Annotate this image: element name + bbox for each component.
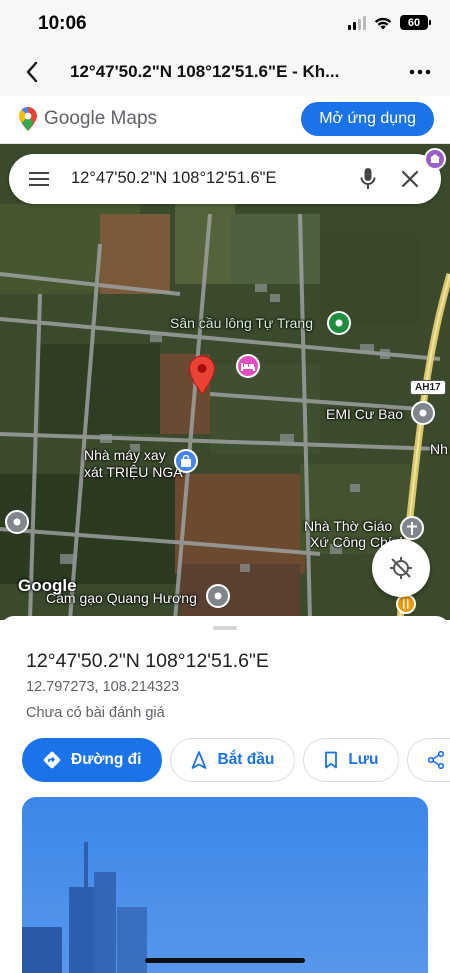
logo-text: Google Maps [44,108,158,129]
place-icon [430,154,440,163]
search-bar[interactable]: 12°47'50.2"N 108°12'51.6"E [9,154,441,204]
circle-dot-icon [13,518,21,526]
share-icon [428,751,445,769]
status-icons: 60 [348,15,431,30]
place-decimal-coords: 12.797273, 108.214323 [26,679,180,695]
poi-label-partial-nh[interactable]: Nh [430,441,448,457]
bed-icon [241,363,255,371]
action-bar: Đường đi Bắt đầu Lưu C [22,738,450,782]
poi-marker-partial-top[interactable] [424,148,446,170]
sheet-drag-handle[interactable] [213,626,237,630]
search-query[interactable]: 12°47'50.2"N 108°12'51.6"E [71,169,277,188]
bookmark-icon [325,751,338,769]
status-time: 10:06 [38,13,87,34]
start-button[interactable]: Bắt đầu [170,738,296,782]
place-reviews: Chưa có bài đánh giá [26,705,165,721]
microphone-icon[interactable] [355,166,381,192]
wifi-icon [374,17,392,29]
poi-marker-sports[interactable] [327,311,351,335]
poi-marker-left-edge[interactable] [5,510,29,534]
map-canvas[interactable]: 12°47'50.2"N 108°12'51.6"E Sân cầu lông … [0,144,450,620]
maps-pin-logo-icon [19,107,37,131]
location-disabled-icon [390,557,412,579]
chevron-left-icon [26,61,38,83]
my-location-button[interactable] [372,539,430,597]
cross-icon [407,521,417,535]
poi-label-san-cau-long[interactable]: Sân cầu lông Tự Trang [170,315,313,331]
circle-dot-icon [419,409,427,417]
page-title: 12°47'50.2"N 108°12'51.6"E - Kh... [70,62,340,81]
poi-marker-church[interactable] [400,516,424,540]
poi-marker-cam-gao[interactable] [206,584,230,608]
close-icon[interactable] [397,166,423,192]
google-maps-logo[interactable]: Google Maps [18,106,157,132]
more-options-button[interactable] [406,58,434,86]
battery-level: 60 [407,16,421,29]
directions-button[interactable]: Đường đi [22,738,163,782]
fork-knife-icon [403,599,409,609]
poi-marker-emi[interactable] [411,401,435,425]
menu-icon[interactable] [27,167,51,191]
shopping-bag-icon [181,455,191,467]
battery-icon: 60 [400,15,431,30]
circle-dot-icon [335,319,343,327]
place-sheet[interactable]: 12°47'50.2"N 108°12'51.6"E 12.797273, 10… [0,616,450,973]
street-view-thumbnail[interactable] [22,797,428,973]
poi-label-nha-may-xay-line2[interactable]: xát TRIỆU NGA [84,464,183,480]
location-pin-icon[interactable] [188,355,216,395]
circle-dot-icon [214,592,222,600]
share-button[interactable]: C [407,738,450,782]
poi-label-emi-cu-bao[interactable]: EMI Cư Bao [326,406,403,422]
open-app-button[interactable]: Mở ứng dụng [301,102,434,136]
poi-label-nha-may-xay-line1[interactable]: Nhà máy xay [84,447,166,463]
place-title: 12°47'50.2"N 108°12'51.6"E [26,650,269,672]
city-silhouette-image [22,842,147,973]
status-bar: 10:06 60 [0,0,450,48]
road-shield: AH17 [410,380,446,395]
poi-marker-food[interactable] [396,594,416,614]
poi-marker-shop[interactable] [174,449,198,473]
directions-icon [43,751,61,769]
maps-header: Google Maps Mở ứng dụng [0,96,450,144]
google-watermark: Google [18,576,77,595]
poi-marker-hotel[interactable] [236,354,260,378]
more-horizontal-icon [409,69,431,75]
save-button[interactable]: Lưu [303,738,400,782]
back-button[interactable] [18,58,46,86]
home-indicator [145,958,305,963]
cellular-signal-icon [348,15,366,30]
poi-label-nha-tho-line1[interactable]: Nhà Thờ Giáo [304,518,392,534]
directions-label: Đường đi [71,751,142,768]
start-label: Bắt đầu [217,751,275,768]
navigation-arrow-icon [192,751,207,769]
save-label: Lưu [348,751,379,768]
browser-title-bar: 12°47'50.2"N 108°12'51.6"E - Kh... [0,48,450,96]
